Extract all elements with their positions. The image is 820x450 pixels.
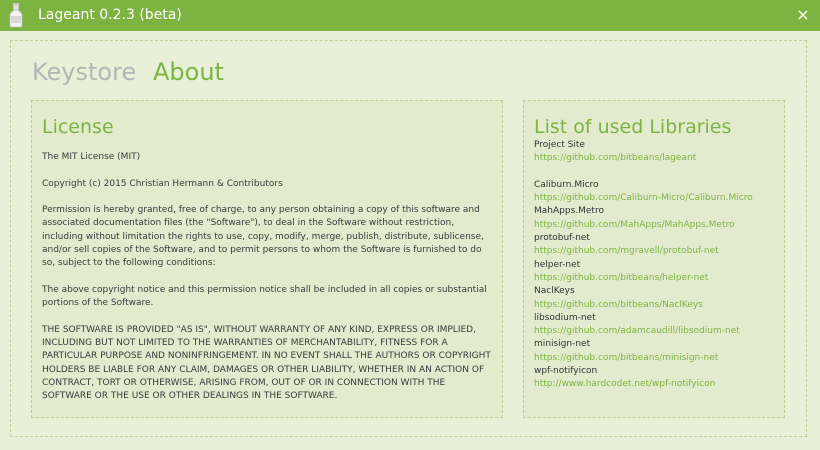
- library-name: NaclKeys: [534, 286, 575, 297]
- library-name: protobuf-net: [534, 233, 590, 244]
- library-name: Caliburn.Micro: [534, 179, 599, 190]
- library-name: helper-net: [534, 259, 581, 270]
- library-link[interactable]: https://github.com/bitbeans/NaclKeys: [534, 299, 782, 312]
- library-name: MahApps.Metro: [534, 206, 604, 217]
- license-panel: License The MIT License (MIT) Copyright …: [31, 100, 503, 418]
- close-button[interactable]: ×: [794, 5, 812, 25]
- license-paragraph: THE SOFTWARE IS PROVIDED "AS IS", WITHOU…: [42, 324, 491, 402]
- library-name: libsodium-net: [534, 312, 596, 323]
- project-site-label: Project Site: [534, 140, 585, 150]
- libraries-list: Project Site https://github.com/bitbeans…: [534, 139, 782, 392]
- libraries-heading: List of used Libraries: [534, 116, 732, 138]
- library-link[interactable]: https://github.com/adamcaudill/libsodium…: [534, 325, 782, 338]
- license-paragraph: Copyright (c) 2015 Christian Hermann & C…: [42, 178, 283, 189]
- library-link[interactable]: https://github.com/mgravell/protobuf-net: [534, 245, 782, 258]
- title-bar: Lageant 0.2.3 (beta) ×: [0, 0, 820, 31]
- tab-about[interactable]: About: [153, 56, 224, 88]
- library-link[interactable]: https://github.com/bitbeans/helper-net: [534, 272, 782, 285]
- project-site-link[interactable]: https://github.com/bitbeans/lageant: [534, 152, 782, 165]
- library-name: wpf-notifyicon: [534, 366, 598, 377]
- libraries-panel: List of used Libraries Project Site http…: [523, 100, 785, 418]
- library-name: minisign-net: [534, 339, 591, 350]
- license-heading: License: [42, 116, 114, 138]
- window-title: Lageant 0.2.3 (beta): [38, 7, 182, 23]
- library-link[interactable]: http://www.hardcodet.net/wpf-notifyicon: [534, 378, 782, 391]
- license-text: The MIT License (MIT) Copyright (c) 2015…: [42, 151, 492, 417]
- library-link[interactable]: https://github.com/Caliburn-Micro/Calibu…: [534, 192, 782, 205]
- license-paragraph: The MIT License (MIT): [42, 152, 141, 162]
- license-paragraph: The above copyright notice and this perm…: [42, 284, 487, 309]
- tab-keystore[interactable]: Keystore: [32, 56, 136, 88]
- library-link[interactable]: https://github.com/bitbeans/minisign-net: [534, 352, 782, 365]
- bottle-icon: [9, 3, 23, 28]
- library-link[interactable]: https://github.com/MahApps/MahApps.Metro: [534, 219, 782, 232]
- license-paragraph: Permission is hereby granted, free of ch…: [42, 205, 484, 269]
